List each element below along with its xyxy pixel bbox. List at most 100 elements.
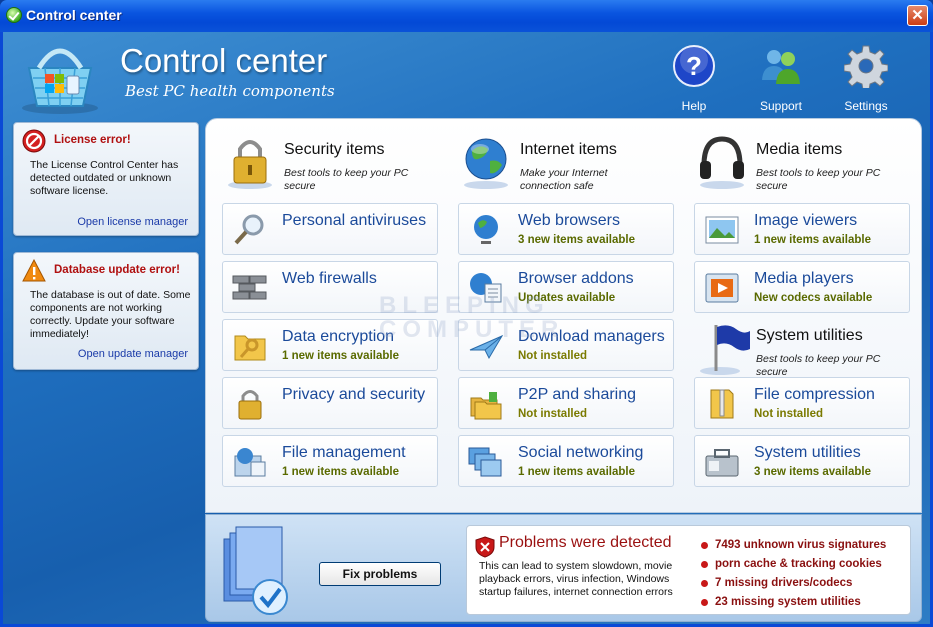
brick-wall-icon xyxy=(232,275,267,300)
database-error-card: Database update error! The database is o… xyxy=(13,252,199,370)
issues-list: 7493 unknown virus signatures porn cache… xyxy=(699,536,886,612)
padlock-icon xyxy=(238,390,262,420)
media-items-header: Media items Best tools to keep your PC s… xyxy=(694,133,914,203)
system-utilities-title: System utilities xyxy=(756,327,863,344)
help-label: Help xyxy=(681,99,707,113)
database-error-text: The database is out of date. Some compon… xyxy=(30,289,191,340)
support-label: Support xyxy=(759,99,803,113)
open-update-manager-link[interactable]: Open update manager xyxy=(78,348,188,360)
item-file-management[interactable]: File management 1 new items available xyxy=(222,435,438,487)
issue-item: porn cache & tracking cookies xyxy=(699,555,886,574)
shared-folders-icon xyxy=(470,392,502,420)
item-status: New codecs available xyxy=(754,292,873,304)
item-title: Privacy and security xyxy=(282,386,426,403)
magnifier-icon xyxy=(234,214,264,245)
windows-stack-icon xyxy=(468,447,502,477)
support-button[interactable]: Support xyxy=(746,44,816,113)
zip-folder-icon xyxy=(710,389,734,419)
watermark-line2: COMPUTER xyxy=(379,316,565,343)
item-title: Web browsers xyxy=(518,212,620,229)
license-error-card: License error! The License Control Cente… xyxy=(13,122,199,236)
item-title: Image viewers xyxy=(754,212,858,229)
item-p2p-and-sharing[interactable]: P2P and sharing Not installed xyxy=(458,377,674,429)
settings-button[interactable]: Settings xyxy=(831,44,901,113)
internet-items-subtitle: Make your Internet connection safe xyxy=(520,167,608,192)
item-system-utilities[interactable]: System utilities 3 new items available xyxy=(694,435,910,487)
close-button[interactable]: ✕ xyxy=(907,5,928,26)
item-status: Not installed xyxy=(518,408,588,420)
item-social-networking[interactable]: Social networking 1 new items available xyxy=(458,435,674,487)
license-error-text: The License Control Center has detected … xyxy=(30,159,179,197)
item-title: Web firewalls xyxy=(282,270,377,287)
support-users-icon xyxy=(762,50,800,84)
problems-box: Problems were detected This can lead to … xyxy=(466,525,911,615)
problems-title: Problems were detected xyxy=(499,534,672,551)
security-items-subtitle: Best tools to keep your PC secure xyxy=(284,167,409,192)
item-title: P2P and sharing xyxy=(518,386,637,403)
media-items-subtitle: Best tools to keep your PC secure xyxy=(756,167,881,192)
image-icon xyxy=(705,216,739,244)
item-status: 3 new items available xyxy=(518,234,635,246)
file-manager-icon xyxy=(234,448,266,477)
svg-text:?: ? xyxy=(686,51,702,81)
item-status: 1 new items available xyxy=(754,234,871,246)
item-status: 3 new items available xyxy=(754,466,871,478)
item-title: File compression xyxy=(754,386,875,403)
title-bar: Control center ✕ xyxy=(0,0,933,32)
security-items-title: Security items xyxy=(284,141,385,158)
padlock-icon xyxy=(228,140,272,189)
internet-items-title: Internet items xyxy=(520,141,617,158)
headphones-icon xyxy=(700,136,744,189)
item-image-viewers[interactable]: Image viewers 1 new items available xyxy=(694,203,910,255)
issue-item: 7 missing drivers/codecs xyxy=(699,574,886,593)
warning-icon xyxy=(22,259,46,282)
item-status: 1 new items available xyxy=(518,466,635,478)
bottom-panel: Fix problems Problems were detected This… xyxy=(205,514,922,622)
settings-label: Settings xyxy=(844,99,888,113)
app-title: Control center xyxy=(120,42,328,79)
app-subtitle: Best PC health components xyxy=(125,82,335,100)
basket-logo-icon xyxy=(22,48,98,114)
watermark: BLEEPING COMPUTER xyxy=(379,294,564,342)
window-title: Control center xyxy=(26,7,122,23)
shield-warning-icon xyxy=(475,536,495,558)
flag-icon xyxy=(700,325,750,375)
item-title: File management xyxy=(282,444,406,461)
open-license-manager-link[interactable]: Open license manager xyxy=(77,216,188,228)
item-status: 1 new items available xyxy=(282,350,399,362)
item-status: Not installed xyxy=(754,408,824,420)
app-check-icon xyxy=(6,7,22,23)
item-title: Social networking xyxy=(518,444,644,461)
media-items-title: Media items xyxy=(756,141,843,158)
gear-icon xyxy=(843,45,889,91)
toolbox-icon xyxy=(705,449,739,477)
item-title: Data encryption xyxy=(282,328,395,345)
globe-icon xyxy=(464,138,508,189)
problems-description: This can lead to system slowdown, movie … xyxy=(479,560,673,598)
security-items-header: Security items Best tools to keep your P… xyxy=(222,133,442,203)
item-media-players[interactable]: Media players New codecs available xyxy=(694,261,910,313)
database-error-title: Database update error! xyxy=(54,264,180,276)
item-title: System utilities xyxy=(754,444,861,461)
item-file-compression[interactable]: File compression Not installed xyxy=(694,377,910,429)
media-player-icon xyxy=(705,273,739,303)
key-folder-icon xyxy=(234,335,266,361)
window-body: Control center Best PC health components… xyxy=(0,32,933,627)
item-status: Not installed xyxy=(518,350,588,362)
issue-item: 23 missing system utilities xyxy=(699,593,886,612)
item-title: Media players xyxy=(754,270,854,287)
item-privacy-and-security[interactable]: Privacy and security xyxy=(222,377,438,429)
help-button[interactable]: ? Help xyxy=(659,44,729,113)
database-error-header: Database update error! xyxy=(22,259,192,283)
item-title: Browser addons xyxy=(518,270,634,287)
license-error-header: License error! xyxy=(22,129,192,153)
item-personal-antiviruses[interactable]: Personal antiviruses xyxy=(222,203,438,255)
internet-items-header: Internet items Make your Internet connec… xyxy=(458,133,678,203)
item-web-browsers[interactable]: Web browsers 3 new items available xyxy=(458,203,674,255)
globe-icon xyxy=(474,215,498,244)
system-utilities-subtitle: Best tools to keep your PC secure xyxy=(756,353,881,378)
watermark-line1: BLEEPING xyxy=(379,292,550,319)
error-icon xyxy=(22,129,46,153)
fix-problems-button[interactable]: Fix problems xyxy=(319,562,441,586)
documents-check-icon xyxy=(223,526,288,615)
